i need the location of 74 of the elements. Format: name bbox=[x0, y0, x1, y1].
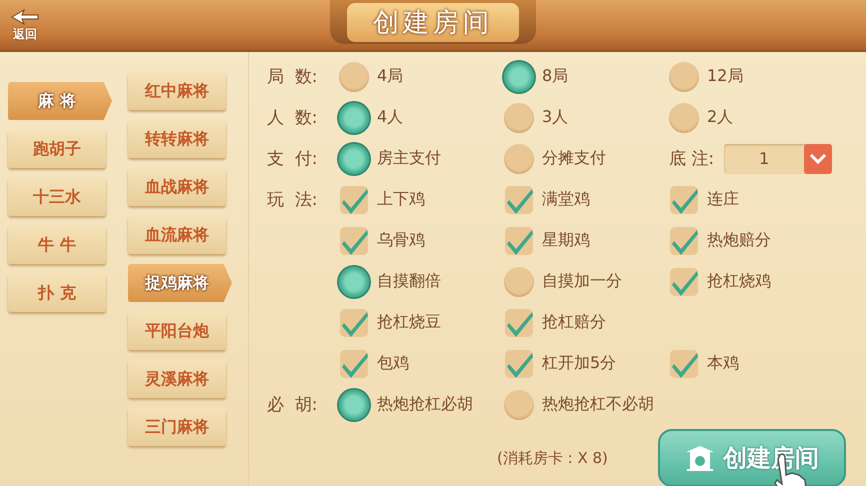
radio-button[interactable] bbox=[504, 144, 534, 174]
checkbox[interactable] bbox=[504, 184, 534, 214]
option-label: 满堂鸡 bbox=[542, 189, 590, 210]
checkbox[interactable] bbox=[339, 226, 369, 256]
row-label: 必 胡: bbox=[267, 394, 319, 416]
checkbox[interactable] bbox=[504, 226, 534, 256]
radio-button[interactable] bbox=[504, 390, 534, 420]
category-tab[interactable]: 牛 牛 bbox=[8, 226, 106, 264]
radio-button[interactable] bbox=[669, 102, 699, 132]
category-tab[interactable]: 十三水 bbox=[8, 178, 106, 216]
option-label: 星期鸡 bbox=[542, 230, 590, 251]
option-label: 房主支付 bbox=[377, 148, 441, 169]
option-label: 自摸翻倍 bbox=[377, 271, 441, 292]
game-tab[interactable]: 血战麻将 bbox=[128, 168, 226, 206]
option-label: 杠开加5分 bbox=[542, 353, 616, 374]
back-button[interactable]: 返回 bbox=[10, 8, 40, 42]
checkbox[interactable] bbox=[504, 308, 534, 338]
game-tab[interactable]: 血流麻将 bbox=[128, 216, 226, 254]
option-label: 4人 bbox=[377, 107, 404, 128]
checkbox[interactable] bbox=[504, 348, 534, 378]
building-icon bbox=[685, 445, 715, 471]
option-label: 热炮抢杠必胡 bbox=[377, 394, 473, 415]
option-label: 上下鸡 bbox=[377, 189, 425, 210]
row-label: 人 数: bbox=[267, 107, 319, 129]
option-label: 热炮抢杠不必胡 bbox=[542, 394, 654, 415]
game-tab[interactable]: 灵溪麻将 bbox=[128, 360, 226, 398]
option-label: 抢杠赔分 bbox=[542, 312, 606, 333]
checkbox[interactable] bbox=[339, 348, 369, 378]
option-label: 4局 bbox=[377, 66, 404, 87]
game-tab[interactable]: 三门麻将 bbox=[128, 408, 226, 446]
row-label: 局 数: bbox=[267, 66, 319, 88]
checkbox[interactable] bbox=[669, 348, 699, 378]
option-label: 包鸡 bbox=[377, 353, 409, 374]
row-label: 支 付: bbox=[267, 148, 319, 170]
checkbox[interactable] bbox=[669, 226, 699, 256]
base-label: 底 注: bbox=[669, 148, 714, 170]
option-label: 抢杠烧鸡 bbox=[707, 271, 771, 292]
option-label: 乌骨鸡 bbox=[377, 230, 425, 251]
chevron-down-icon bbox=[809, 152, 828, 164]
radio-button[interactable] bbox=[669, 62, 699, 92]
option-label: 2人 bbox=[707, 107, 734, 128]
option-label: 自摸加一分 bbox=[542, 271, 622, 292]
checkbox[interactable] bbox=[339, 308, 369, 338]
option-label: 分摊支付 bbox=[542, 148, 606, 169]
row-label: 玩 法: bbox=[267, 189, 319, 211]
category-tab[interactable]: 麻 将 bbox=[8, 82, 112, 120]
radio-button[interactable] bbox=[339, 102, 369, 132]
window-title: 创建房间 bbox=[347, 2, 519, 42]
base-dropdown[interactable]: 1 bbox=[724, 144, 832, 174]
checkbox[interactable] bbox=[669, 184, 699, 214]
game-tab[interactable]: 平阳台炮 bbox=[128, 312, 226, 350]
radio-button[interactable] bbox=[339, 144, 369, 174]
option-label: 本鸡 bbox=[707, 353, 739, 374]
radio-button[interactable] bbox=[339, 62, 369, 92]
checkbox[interactable] bbox=[669, 266, 699, 296]
checkbox[interactable] bbox=[339, 184, 369, 214]
radio-button[interactable] bbox=[504, 266, 534, 296]
option-label: 连庄 bbox=[707, 189, 739, 210]
option-label: 热炮赔分 bbox=[707, 230, 771, 251]
game-tab[interactable]: 捉鸡麻将 bbox=[128, 264, 232, 302]
category-tab[interactable]: 扑 克 bbox=[8, 274, 106, 312]
game-tab[interactable]: 转转麻将 bbox=[128, 120, 226, 158]
radio-button[interactable] bbox=[339, 266, 369, 296]
back-arrow-icon bbox=[10, 8, 40, 26]
option-label: 12局 bbox=[707, 66, 744, 87]
cost-text: (消耗房卡 : X 8) bbox=[497, 448, 608, 468]
option-label: 抢杠烧豆 bbox=[377, 312, 441, 333]
option-label: 8局 bbox=[542, 66, 568, 87]
radio-button[interactable] bbox=[504, 102, 534, 132]
radio-button[interactable] bbox=[504, 62, 534, 92]
option-label: 3人 bbox=[542, 107, 568, 128]
category-tab[interactable]: 跑胡子 bbox=[8, 130, 106, 168]
radio-button[interactable] bbox=[339, 390, 369, 420]
game-tab[interactable]: 红中麻将 bbox=[128, 72, 226, 110]
